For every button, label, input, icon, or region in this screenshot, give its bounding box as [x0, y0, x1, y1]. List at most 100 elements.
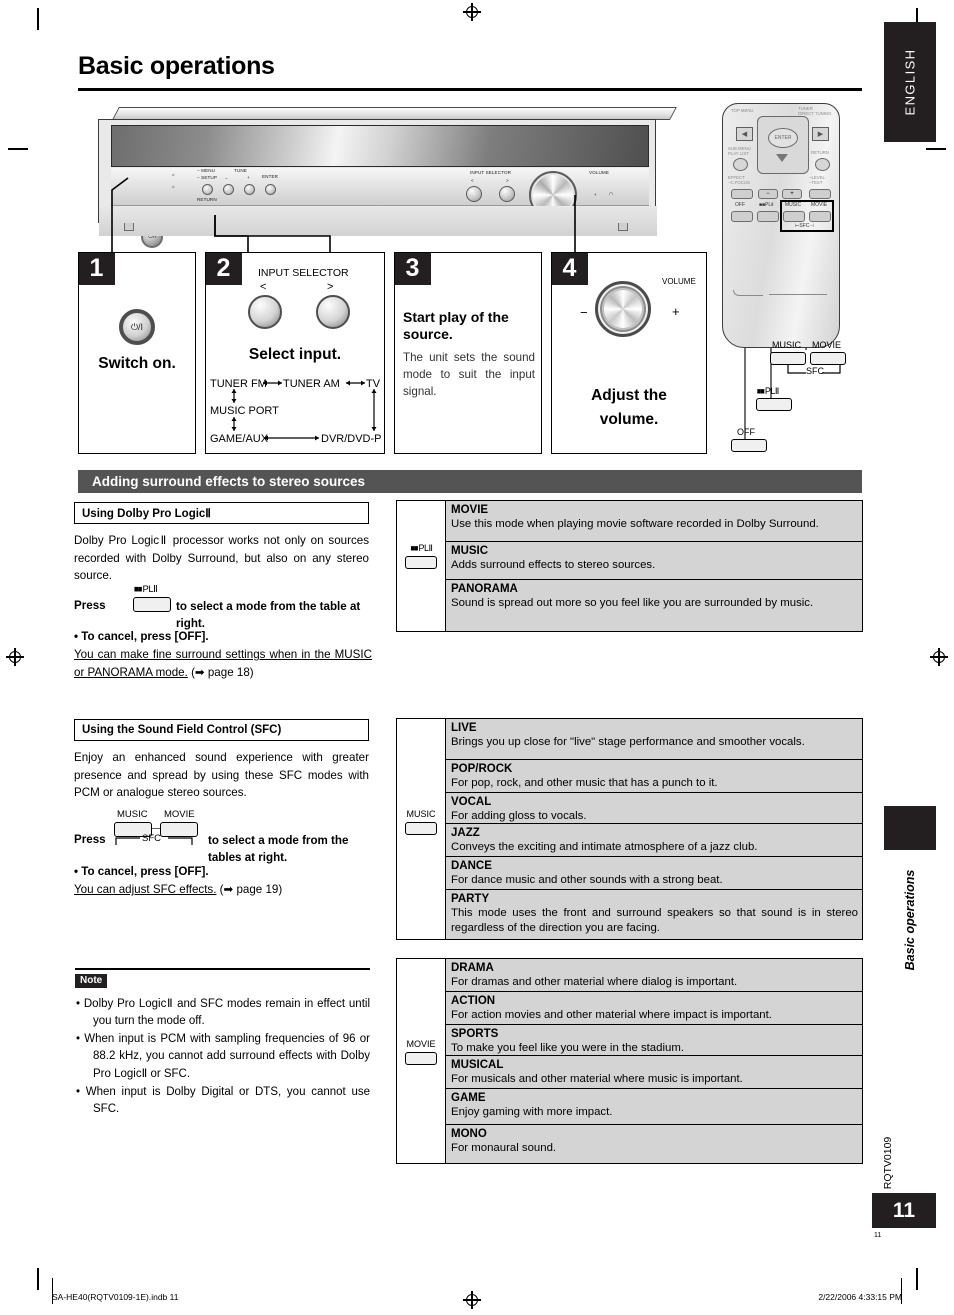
sfc-movie-table-button [405, 1052, 437, 1065]
remote-plus-button: + [782, 189, 802, 199]
step-2-flow-arrows [231, 380, 377, 441]
footer-timestamp: 2/22/2006 4:33:15 PM [818, 1292, 902, 1302]
device-input-next-label: > [506, 178, 509, 183]
document-code: RQTV0109 [882, 1136, 894, 1190]
remote-sub-menu-label: SUB MENU PLAY LIST [728, 146, 751, 156]
device-tune-minus-button [223, 184, 234, 195]
table-row: ACTION For action movies and other mater… [446, 992, 862, 1025]
remote-effect-cfocus-label: EFFECT −C.FOCUS [728, 175, 750, 185]
remote-level-test-label: −LEVEL −TEST [809, 175, 825, 185]
callout-movie-label: MOVIE [812, 340, 842, 350]
sfc-movie-mode-desc: For action movies and other material whe… [451, 1009, 772, 1022]
sfc-subheading-text: Using the Sound Field Control (SFC) [82, 724, 282, 736]
table-row: GAME Enjoy gaming with more impact. [446, 1089, 862, 1125]
sfc-movie-mode-name: ACTION [451, 995, 496, 1007]
device-menu-label: − MENU [197, 168, 216, 173]
remote-minus-button: − [758, 189, 778, 199]
note-item: • When input is Dolby Digital or DTS, yo… [76, 1086, 370, 1116]
remote-return-label: RETURN [811, 150, 829, 155]
sfc-music-mode-desc: Conveys the exciting and intimate atmosp… [451, 841, 758, 854]
remote-effect-button [731, 189, 753, 199]
step-1-number: 1 [78, 252, 115, 285]
remote-bottom-ridge-1 [733, 290, 763, 296]
crop-mark-top-left [37, 8, 39, 30]
step-3-body: The unit sets the sound mode to suit the… [403, 351, 535, 398]
callout-sfc-label: SFC [806, 366, 824, 376]
sfc-music-mode-desc: Brings you up close for "live" stage per… [451, 736, 805, 749]
step-4-caption-line1: Adjust the [591, 387, 667, 404]
step-4-box: 4 VOLUME − + Adjust the volume. [551, 252, 707, 454]
device-power-minus-label: ☼ [171, 184, 176, 189]
document-code-wrap: RQTV0109 [878, 1128, 898, 1198]
step-4-minus-label: − [580, 305, 588, 320]
section-header-title: Adding surround effects to stereo source… [92, 474, 366, 489]
step-1-box: 1 ⏻/I Switch on. [78, 252, 196, 454]
device-tune-label: TUNE [234, 168, 247, 173]
dolby-table-button-cell: ■■PLⅡ [397, 501, 446, 631]
sfc-movie-mode-name: MONO [451, 1128, 487, 1140]
registration-mark-right [930, 648, 948, 666]
sfc-music-table-button [405, 822, 437, 835]
chapter-tab-label: Basic operations [903, 869, 917, 971]
device-menu-setup-button [202, 184, 213, 195]
sfc-music-mode-name: PARTY [451, 893, 490, 905]
footer-filename: SA-HE40(RQTV0109-1E).indb 11 [52, 1292, 179, 1302]
step-1-caption: Switch on. [98, 355, 176, 372]
device-headphone-icon: ∩ [609, 191, 614, 197]
section-header-bar: Adding surround effects to stereo source… [78, 470, 862, 493]
step-4-number: 4 [551, 252, 588, 285]
table-row: MUSICAL For musicals and other material … [446, 1056, 862, 1089]
language-tab: ENGLISH [884, 22, 936, 142]
sfc-adjust-note: You can adjust SFC effects. (➡ page 19) [74, 881, 372, 898]
page-number-small: 11 [874, 1232, 882, 1239]
dolby-fine-note-ref: (➡ page 18) [191, 665, 254, 679]
sfc-movie-table-rows: DRAMA For dramas and other material wher… [446, 959, 862, 1163]
sfc-music-mode-name: JAZZ [451, 827, 480, 839]
remote-down-arrow-icon [776, 154, 788, 162]
language-tab-label: ENGLISH [902, 48, 918, 116]
remote-plii-label: ■■PLⅡ [759, 202, 774, 208]
table-row: LIVE Brings you up close for "live" stag… [446, 719, 862, 760]
sfc-movie-mode-name: SPORTS [451, 1028, 499, 1040]
sfc-music-table-button-label: MUSIC [406, 809, 436, 819]
table-row: DRAMA For dramas and other material wher… [446, 959, 862, 992]
crop-mark-bottom-left [37, 1268, 39, 1290]
callout-music-label: MUSIC [772, 340, 801, 350]
sfc-movie-mode-desc: To make you feel like you were in the st… [451, 1042, 684, 1055]
remote-control-illustration: TOP MENU TUNER DIRECT TUNING ENTER ◀ ▶ SU… [722, 103, 840, 348]
remote-sub-menu-button [733, 158, 748, 171]
step-4-volume-label: VOLUME [662, 277, 696, 286]
callout-off-label: OFF [737, 427, 755, 437]
device-lower-panel: MUSIC PORT [99, 206, 657, 314]
step-1-power-icon: ⏻/I [119, 309, 155, 345]
dolby-press-button [133, 597, 171, 612]
note-tag: Note [75, 974, 108, 988]
sfc-subheading: Using the Sound Field Control (SFC) [74, 719, 369, 741]
dolby-press-after: to select a mode from the table at right… [176, 600, 361, 630]
title-divider [78, 88, 862, 91]
dolby-modes-table: ■■PLⅡ MOVIE Use this mode when playing m… [396, 500, 863, 632]
note-item: • Dolby Pro LogicⅡ and SFC modes remain … [76, 998, 370, 1028]
page-title: Basic operations [78, 52, 275, 80]
device-volume-plus-label: + [594, 192, 597, 197]
remote-plii-button [757, 211, 779, 222]
footer-rule-right [901, 1278, 903, 1304]
sfc-movie-mode-name: MUSICAL [451, 1059, 504, 1071]
dolby-press-button-label: ■■PLⅡ [133, 584, 158, 595]
dolby-table-button-label: ■■PLⅡ [410, 543, 433, 553]
sfc-music-mode-name: LIVE [451, 722, 477, 734]
page-number-badge: 11 [872, 1193, 936, 1228]
table-row: MONO For monaural sound. [446, 1125, 862, 1161]
step-4-caption-line2: volume. [599, 411, 659, 428]
dolby-table-button [405, 556, 437, 569]
remote-left-button: ◀ [736, 127, 753, 141]
crop-mark-bottom-right [916, 1268, 918, 1290]
sfc-movie-table-button-cell: MOVIE [397, 959, 446, 1163]
device-tune-plus-button [244, 184, 255, 195]
step-2-box: 2 INPUT SELECTOR < > Select input. TUNER… [205, 252, 385, 454]
sfc-movie-mode-desc: For monaural sound. [451, 1142, 557, 1155]
device-setup-label: − SETUP [197, 175, 217, 180]
sfc-movie-mode-desc: Enjoy gaming with more impact. [451, 1106, 613, 1119]
device-input-next-button [499, 186, 515, 202]
sfc-movie-mode-desc: For dramas and other material where dial… [451, 976, 738, 989]
